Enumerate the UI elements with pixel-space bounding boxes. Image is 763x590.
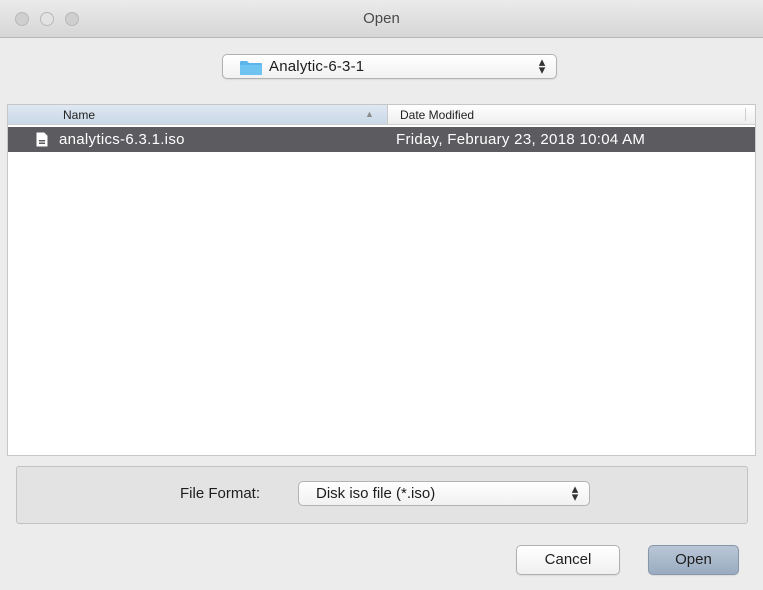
open-button[interactable]: Open <box>648 545 739 575</box>
cancel-button[interactable]: Cancel <box>516 545 620 575</box>
folder-icon <box>240 61 262 75</box>
location-bar: Analytic-6-3-1 ▴ ▾ <box>0 38 763 100</box>
column-header-bar: Name ▲ Date Modified <box>8 105 755 125</box>
sort-ascending-icon: ▲ <box>365 109 374 119</box>
title-bar: Open <box>0 0 763 38</box>
column-divider <box>745 108 746 121</box>
column-header-name[interactable]: Name ▲ <box>8 105 388 124</box>
window-title: Open <box>363 10 400 27</box>
location-dropdown[interactable]: Analytic-6-3-1 ▴ ▾ <box>222 54 557 79</box>
file-format-value: Disk iso file (*.iso) <box>316 485 436 502</box>
file-date-modified: Friday, February 23, 2018 10:04 AM <box>396 131 646 148</box>
file-format-dropdown[interactable]: Disk iso file (*.iso) ▴ ▾ <box>298 481 590 506</box>
updown-arrows-icon: ▴ ▾ <box>571 481 579 504</box>
file-format-panel: File Format: Disk iso file (*.iso) ▴ ▾ <box>16 466 748 524</box>
document-icon <box>36 132 48 147</box>
location-label: Analytic-6-3-1 <box>269 58 365 75</box>
file-format-label: File Format: <box>180 485 261 502</box>
updown-arrows-icon: ▴ ▾ <box>538 54 546 77</box>
column-name-label: Name <box>63 108 96 122</box>
file-name: analytics-6.3.1.iso <box>59 131 185 148</box>
file-list[interactable]: Name ▲ Date Modified analytics-6.3.1.iso… <box>7 104 756 456</box>
column-header-date-modified[interactable]: Date Modified <box>400 108 474 122</box>
file-row[interactable]: analytics-6.3.1.iso Friday, February 23,… <box>8 127 755 152</box>
